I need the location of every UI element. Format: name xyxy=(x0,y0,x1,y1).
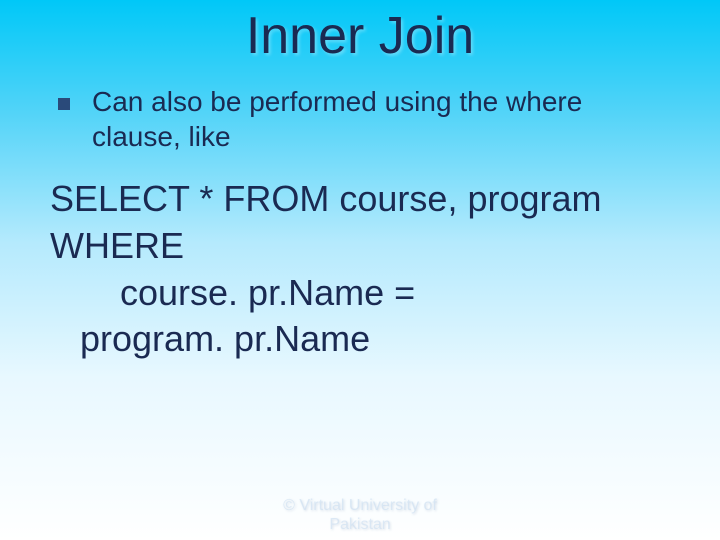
sql-line-where: WHERE xyxy=(50,223,670,270)
slide: Inner Join Can also be performed using t… xyxy=(0,0,720,540)
bullet-text: Can also be performed using the where cl… xyxy=(92,84,650,154)
footer-line-1: © Virtual University of xyxy=(0,496,720,515)
sql-line-select: SELECT * FROM course, program xyxy=(50,176,670,223)
square-bullet-icon xyxy=(58,98,70,110)
sql-line-condition-right: program. pr.Name xyxy=(50,316,670,363)
footer-copyright: © Virtual University of Pakistan xyxy=(0,496,720,534)
sql-line-condition-left: course. pr.Name = xyxy=(50,270,670,317)
slide-title: Inner Join xyxy=(40,0,680,84)
bullet-item: Can also be performed using the where cl… xyxy=(40,84,680,154)
sql-code-block: SELECT * FROM course, program WHERE cour… xyxy=(40,176,680,363)
footer-line-2: Pakistan xyxy=(0,515,720,534)
